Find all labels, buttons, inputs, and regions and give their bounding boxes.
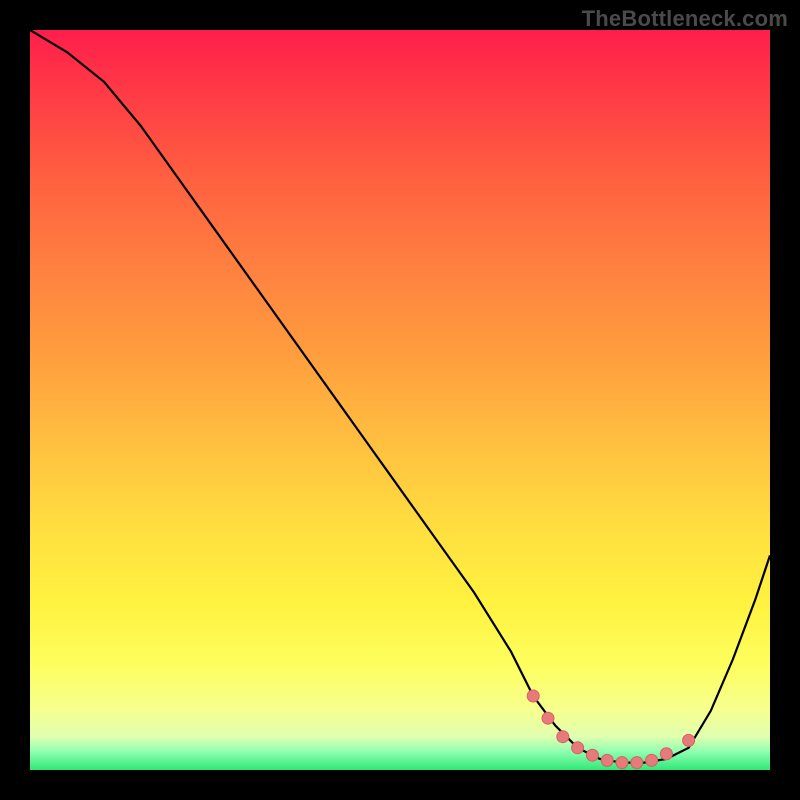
valley-marker (557, 731, 569, 743)
plot-area (30, 30, 770, 770)
valley-marker (542, 712, 554, 724)
valley-marker (601, 754, 613, 766)
valley-marker (660, 748, 672, 760)
valley-marker (586, 749, 598, 761)
bottleneck-chart-svg (30, 30, 770, 770)
valley-marker (631, 757, 643, 769)
valley-marker (616, 757, 628, 769)
valley-marker (683, 734, 695, 746)
bottleneck-curve-path (30, 30, 770, 763)
valley-marker (572, 742, 584, 754)
valley-markers-group (527, 690, 694, 769)
valley-marker (527, 690, 539, 702)
valley-marker (646, 754, 658, 766)
chart-frame: TheBottleneck.com (0, 0, 800, 800)
watermark-text: TheBottleneck.com (582, 6, 788, 32)
